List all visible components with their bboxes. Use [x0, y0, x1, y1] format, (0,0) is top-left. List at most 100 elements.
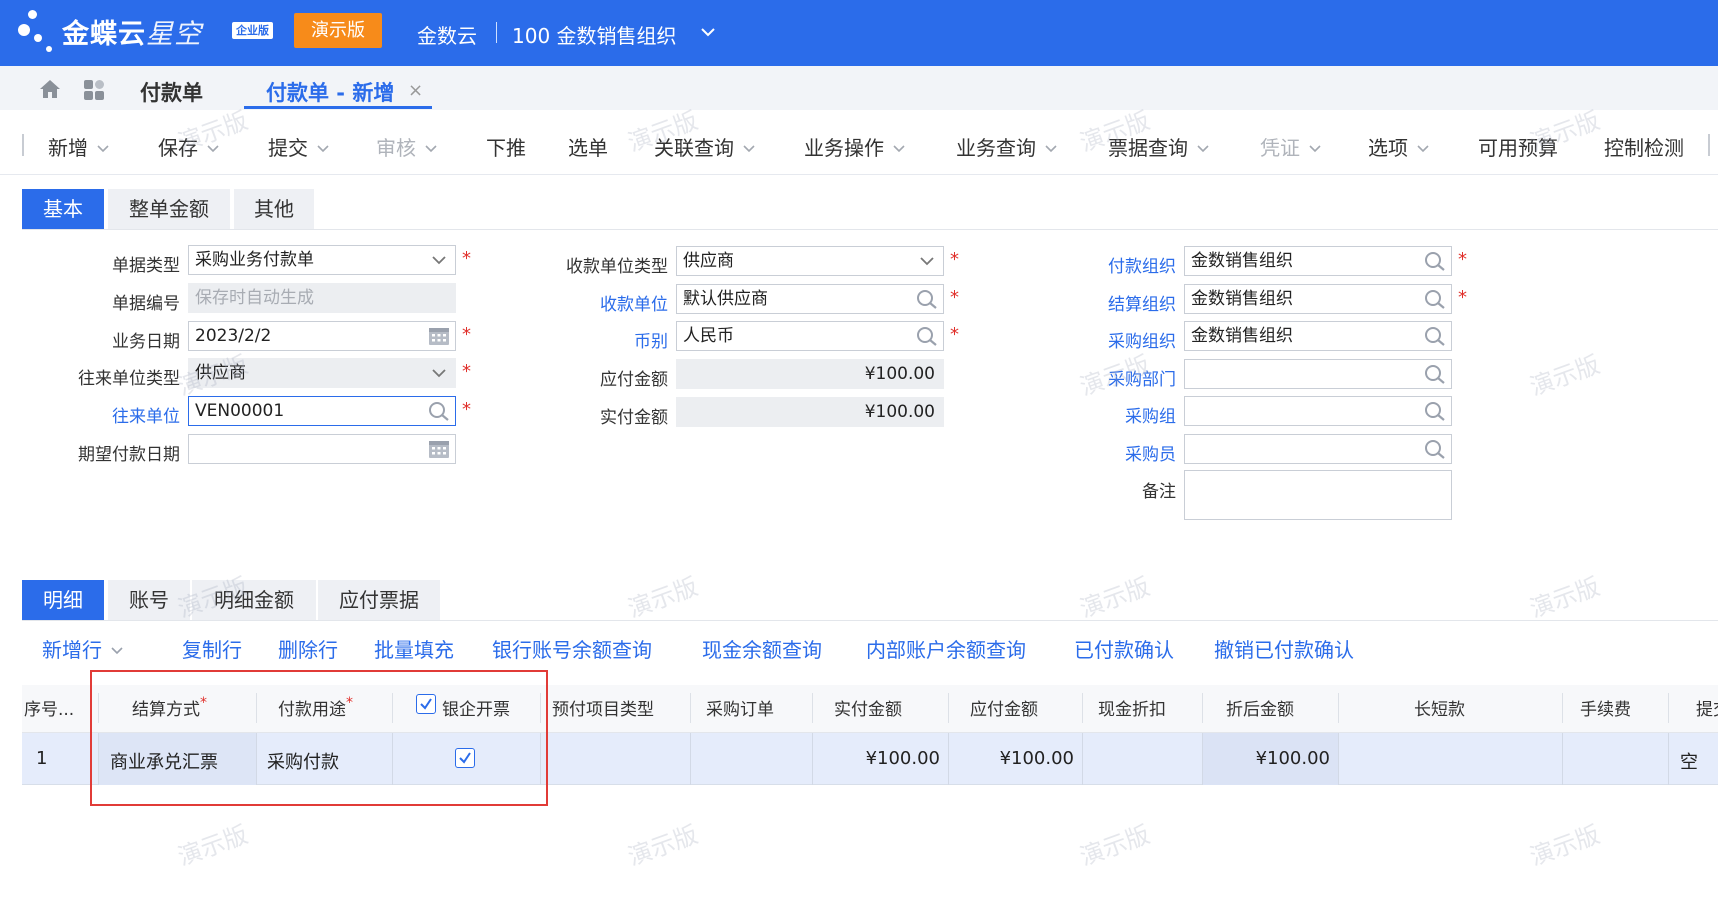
search-icon[interactable] [915, 288, 939, 310]
demo-watermark: 演示版 [1526, 820, 1604, 872]
search-icon[interactable] [1423, 400, 1447, 422]
calendar-icon[interactable] [427, 438, 451, 460]
add-row-button[interactable]: 新增行 [42, 634, 124, 663]
remark-label: 备注 [1142, 482, 1176, 502]
search-icon[interactable] [1423, 288, 1447, 310]
search-icon[interactable] [915, 325, 939, 347]
search-icon[interactable] [1423, 363, 1447, 385]
tab-other[interactable]: 其他 [234, 189, 314, 229]
toolbar-9-button[interactable]: 业务查询 [956, 132, 1058, 161]
cash-balance-query-button[interactable]: 现金余额查询 [702, 634, 822, 663]
purchaser-field[interactable] [1184, 434, 1452, 464]
settle-org-label[interactable]: 结算组织 [1040, 290, 1176, 315]
copy-row-button[interactable]: 复制行 [182, 634, 242, 663]
toolbar-1-button[interactable]: 新增 [48, 132, 110, 161]
col-after-discount[interactable]: 折后金额 [1226, 695, 1294, 720]
toolbar-divider [22, 134, 24, 156]
bill-type-select[interactable]: 采购业务付款单 [188, 245, 456, 275]
cell-submit[interactable]: 空 [1680, 748, 1698, 774]
chevron-down-icon[interactable] [742, 141, 756, 155]
chevron-down-icon[interactable] [1308, 141, 1322, 155]
cell-payable-amount[interactable]: ¥100.00 [948, 748, 1074, 769]
cell-after-discount[interactable]: ¥100.00 [1202, 748, 1330, 769]
cell-paid-amount[interactable]: ¥100.00 [812, 748, 940, 769]
pay-org-label[interactable]: 付款组织 [1040, 252, 1176, 277]
purchase-dept-field[interactable] [1184, 359, 1452, 389]
purchase-org-label[interactable]: 采购组织 [1040, 327, 1176, 352]
internal-account-query-button[interactable]: 内部账户余额查询 [866, 634, 1026, 663]
toolbar-3-button[interactable]: 提交 [268, 132, 330, 161]
bank-balance-query-button[interactable]: 银行账号余额查询 [492, 634, 652, 663]
search-icon[interactable] [1423, 250, 1447, 272]
apps-grid-icon[interactable] [82, 78, 106, 102]
chevron-down-icon[interactable] [424, 141, 438, 155]
toolbar-8-button[interactable]: 业务操作 [804, 132, 906, 161]
cell-separator [690, 733, 691, 785]
payee-label[interactable]: 收款单位 [520, 290, 668, 315]
currency-field[interactable]: 人民币 [676, 321, 944, 351]
col-cash-discount[interactable]: 现金折扣 [1098, 695, 1166, 720]
confirm-paid-button[interactable]: 已付款确认 [1074, 634, 1174, 663]
col-fee[interactable]: 手续费 [1580, 695, 1631, 720]
chevron-down-icon[interactable] [1196, 141, 1210, 155]
top-bar: 金蝶云星空 企业版 演示版 金数云 100 金数销售组织 [0, 0, 1718, 66]
chevron-down-icon[interactable] [892, 141, 906, 155]
close-icon[interactable]: × [408, 80, 423, 101]
contact-unit-label[interactable]: 往来单位 [60, 402, 180, 427]
toolbar-6-button[interactable]: 选单 [568, 132, 608, 161]
contact-unit-field[interactable]: VEN00001 [188, 396, 456, 426]
tenant-name[interactable]: 金数云 [417, 20, 477, 49]
toolbar-12-button[interactable]: 选项 [1368, 132, 1430, 161]
expected-date-field[interactable] [188, 434, 456, 464]
tab-payment-new[interactable]: 付款单 - 新增 [266, 77, 394, 107]
calendar-icon[interactable] [427, 325, 451, 347]
toolbar-4-button[interactable]: 审核 [376, 132, 438, 161]
purchase-group-label[interactable]: 采购组 [1040, 402, 1176, 427]
col-prepay-type[interactable]: 预付项目类型 [552, 695, 654, 720]
col-long-short[interactable]: 长短款 [1414, 695, 1465, 720]
remark-textarea[interactable] [1184, 470, 1452, 520]
purchase-org-field[interactable]: 金数销售组织 [1184, 321, 1452, 351]
column-separator [812, 693, 813, 723]
tab-payment-list[interactable]: 付款单 [140, 77, 203, 107]
payee-type-select[interactable]: 供应商 [676, 246, 944, 276]
search-icon[interactable] [427, 400, 451, 422]
toolbar-14-button[interactable]: 控制检测 [1604, 132, 1684, 161]
chevron-down-icon[interactable] [1416, 141, 1430, 155]
chevron-down-icon[interactable] [1044, 141, 1058, 155]
home-icon[interactable] [38, 78, 62, 100]
undo-confirm-paid-button[interactable]: 撤销已付款确认 [1214, 634, 1354, 663]
col-paid-amount[interactable]: 实付金额 [834, 695, 902, 720]
tab-detail[interactable]: 明细 [22, 580, 104, 620]
tab-basic[interactable]: 基本 [22, 189, 104, 229]
col-purchase-order[interactable]: 采购订单 [706, 695, 774, 720]
tab-payable-bill[interactable]: 应付票据 [318, 580, 440, 620]
required-mark: * [950, 249, 959, 270]
payable-amount-label: 应付金额 [600, 370, 668, 390]
search-icon[interactable] [1423, 438, 1447, 460]
chevron-down-icon[interactable] [96, 141, 110, 155]
chevron-down-icon[interactable] [698, 22, 718, 42]
chevron-down-icon[interactable] [316, 141, 330, 155]
biz-date-field[interactable]: 2023/2/2 [188, 321, 456, 351]
settle-org-field[interactable]: 金数销售组织 [1184, 284, 1452, 314]
chevron-down-icon [427, 362, 451, 384]
tab-total-amount[interactable]: 整单金额 [108, 189, 230, 229]
search-icon[interactable] [1423, 325, 1447, 347]
required-mark: * [950, 287, 959, 308]
col-submit[interactable]: 提交 [1696, 695, 1718, 720]
currency-label[interactable]: 币别 [520, 327, 668, 352]
pay-org-field[interactable]: 金数销售组织 [1184, 246, 1452, 276]
delete-row-button[interactable]: 删除行 [278, 634, 338, 663]
batch-fill-button[interactable]: 批量填充 [374, 634, 454, 663]
payee-field[interactable]: 默认供应商 [676, 284, 944, 314]
purchase-group-field[interactable] [1184, 396, 1452, 426]
purchaser-label[interactable]: 采购员 [1040, 440, 1176, 465]
kingdee-logo[interactable] [14, 6, 66, 60]
org-selector[interactable]: 100 金数销售组织 [512, 20, 677, 49]
col-payable-amount[interactable]: 应付金额 [970, 695, 1038, 720]
chevron-down-icon[interactable] [110, 643, 124, 657]
col-seq[interactable]: 序号... [24, 695, 74, 720]
toolbar-5-button[interactable]: 下推 [486, 132, 526, 161]
toolbar-11-button[interactable]: 凭证 [1260, 132, 1322, 161]
